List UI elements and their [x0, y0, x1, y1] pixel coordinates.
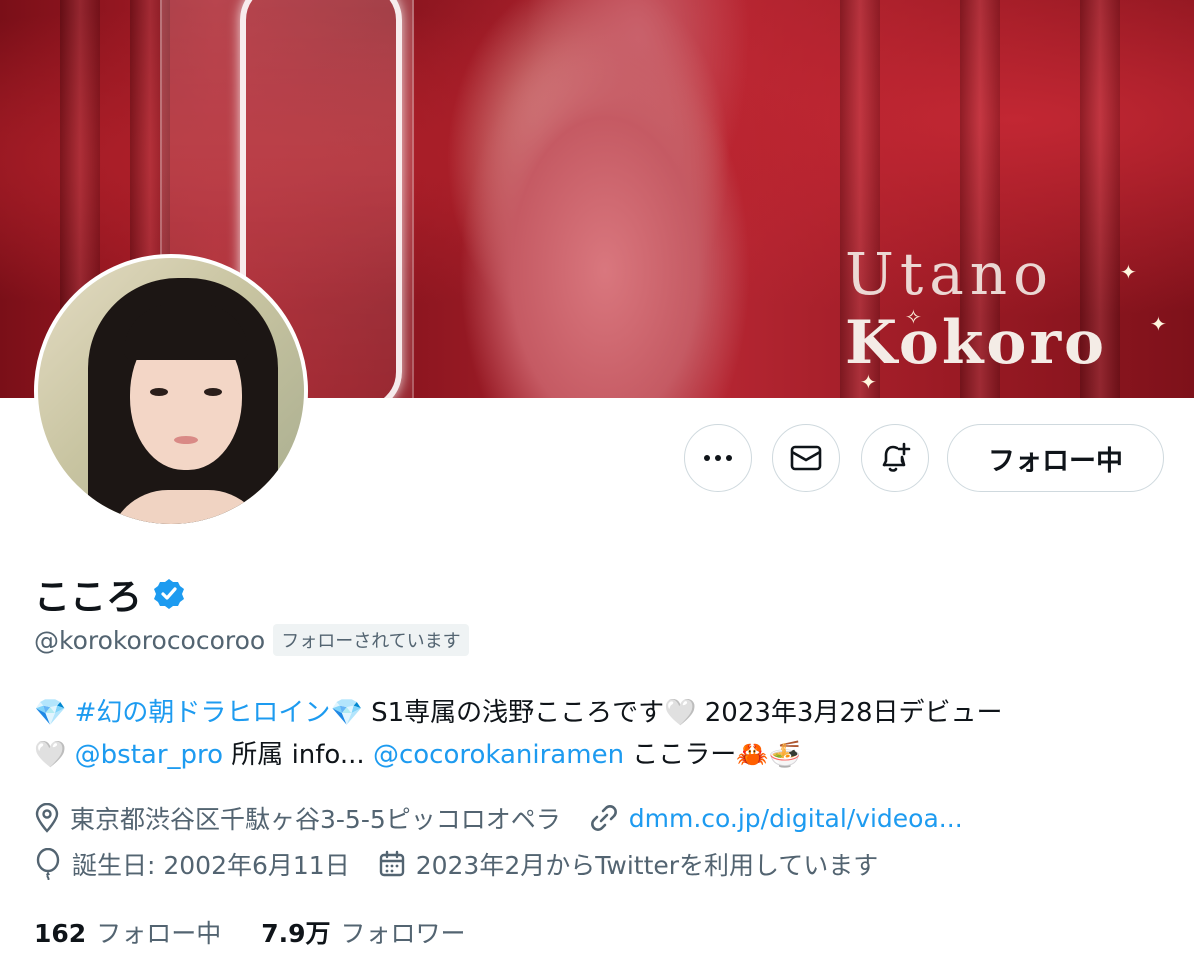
crab-emoji: 🦀 — [736, 740, 769, 770]
following-count: 162 — [34, 919, 87, 948]
balloon-icon — [36, 848, 60, 880]
birthday-item: 誕生日: 2002年6月11日 — [34, 846, 350, 882]
sparkle-icon: ✦ — [1150, 312, 1167, 336]
heart-emoji: 🤍 — [34, 740, 67, 770]
handle-row: @korokorococoroo フォローされています — [34, 624, 469, 656]
mention-link[interactable]: @cocorokaniramen — [373, 740, 624, 770]
banner-figure — [440, 0, 770, 398]
following-button[interactable]: フォロー中 — [947, 424, 1164, 492]
display-name: こころ — [34, 577, 143, 618]
handle: @korokorococoroo — [34, 625, 266, 655]
location-text: 東京都渋谷区千駄ヶ谷3-5-5ピッコロオペラ — [70, 805, 561, 834]
verified-badge-icon[interactable] — [152, 577, 186, 611]
follows-you-badge: フォローされています — [273, 624, 469, 656]
diamond-emoji: 💎 — [330, 698, 363, 728]
mail-icon — [790, 445, 822, 471]
location-item: 東京都渋谷区千駄ヶ谷3-5-5ピッコロオペラ — [34, 800, 561, 836]
avatar-lips — [174, 436, 198, 444]
website-item[interactable]: dmm.co.jp/digital/videoa... — [589, 803, 963, 833]
followers-count: 7.9万 — [261, 919, 331, 948]
avatar[interactable] — [34, 254, 308, 528]
bio-text: 所属 info... — [223, 740, 373, 770]
calendar-icon — [379, 850, 404, 877]
more-icon — [704, 455, 732, 461]
hashtag-link[interactable]: #幻の朝ドラヒロイン — [75, 698, 331, 728]
following-label: フォロー中 — [96, 919, 222, 948]
more-button[interactable] — [684, 424, 752, 492]
follow-stats: 162 フォロー中 7.9万 フォロワー — [34, 914, 506, 950]
followers-label: フォロワー — [340, 919, 466, 948]
sparkle-icon: ✦ — [1120, 260, 1137, 284]
following-stat[interactable]: 162 フォロー中 — [34, 914, 221, 950]
message-button[interactable] — [772, 424, 840, 492]
joined-item: 2023年2月からTwitterを利用しています — [378, 846, 879, 882]
link-icon — [590, 805, 617, 831]
bio-text: 2023年3月28日デビュー — [696, 698, 1003, 728]
notify-button[interactable] — [861, 424, 929, 492]
meta-row-2: 誕生日: 2002年6月11日 2023年2月からTwitterを利用しています — [34, 846, 906, 882]
sparkle-icon: ✦ — [860, 370, 877, 394]
followers-stat[interactable]: 7.9万 フォロワー — [261, 914, 465, 950]
avatar-eye — [150, 388, 168, 396]
banner-title-line1: Utano — [845, 240, 1055, 308]
avatar-eye — [204, 388, 222, 396]
website-link[interactable]: dmm.co.jp/digital/videoa... — [629, 804, 963, 833]
banner-title-line2: Kokoro — [845, 308, 1108, 378]
location-icon — [35, 803, 59, 833]
profile-name-row: こころ — [34, 568, 186, 620]
bio-text: ここラー — [624, 740, 737, 770]
joined-text: 2023年2月からTwitterを利用しています — [415, 851, 879, 880]
bell-plus-icon — [882, 442, 911, 472]
mention-link[interactable]: @bstar_pro — [75, 740, 223, 770]
heart-emoji: 🤍 — [664, 698, 697, 728]
diamond-emoji: 💎 — [34, 698, 67, 728]
birthday-text: 誕生日: 2002年6月11日 — [72, 851, 350, 880]
sparkle-icon: ✧ — [905, 305, 922, 329]
ramen-emoji: 🍜 — [768, 740, 802, 770]
bio-text: S1専属の浅野こころです — [362, 698, 665, 728]
meta-row-1: 東京都渋谷区千駄ヶ谷3-5-5ピッコロオペラ dmm.co.jp/digital… — [34, 800, 991, 836]
bio: 💎 #幻の朝ドラヒロイン💎 S1専属の浅野こころです🤍 2023年3月28日デビ… — [34, 692, 1164, 776]
